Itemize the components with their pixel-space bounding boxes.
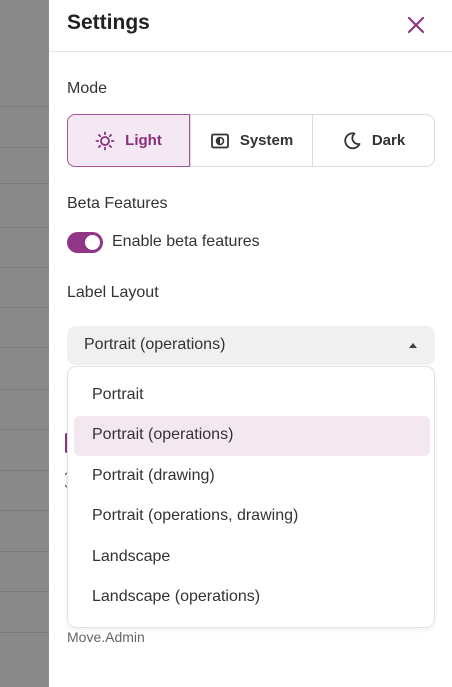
panel-header: Settings — [49, 0, 452, 52]
moon-icon — [344, 131, 361, 149]
backdrop-divider — [0, 632, 49, 633]
backdrop-divider — [0, 429, 49, 430]
label-layout-dropdown: Portrait Portrait (operations) Portrait … — [67, 366, 435, 628]
beta-features-toggle[interactable] — [67, 232, 103, 253]
beta-features-toggle-label[interactable]: Enable beta features — [112, 233, 260, 251]
dropdown-option-portrait-drawing[interactable]: Portrait (drawing) — [74, 457, 430, 497]
backdrop-divider — [0, 389, 49, 390]
dropdown-option-label: Portrait — [92, 386, 144, 403]
mode-dark-label: Dark — [371, 132, 406, 149]
mode-dark-button[interactable]: Dark — [312, 115, 434, 166]
backdrop-divider — [0, 510, 49, 511]
backdrop-divider — [0, 106, 49, 107]
backdrop-divider — [0, 307, 49, 308]
backdrop-divider — [0, 591, 49, 592]
mode-system-button[interactable]: System — [190, 115, 312, 166]
label-layout-label: Label Layout — [67, 284, 159, 301]
dropdown-option-portrait-operations[interactable]: Portrait (operations) — [74, 416, 430, 456]
backdrop-divider — [0, 227, 49, 228]
modal-backdrop[interactable] — [0, 0, 49, 687]
mode-light-button[interactable]: Light — [67, 114, 190, 167]
mode-system-label: System — [239, 132, 294, 149]
dropdown-option-label: Portrait (operations, drawing) — [92, 507, 299, 524]
dropdown-option-label: Landscape (operations) — [92, 588, 261, 605]
sun-icon — [95, 131, 115, 150]
dropdown-option-portrait[interactable]: Portrait — [74, 376, 430, 416]
mode-light-label: Light — [125, 132, 162, 149]
dropdown-option-portrait-operations-drawing[interactable]: Portrait (operations, drawing) — [74, 497, 430, 537]
backdrop-divider — [0, 267, 49, 268]
dropdown-option-label: Portrait (drawing) — [92, 467, 215, 484]
close-icon — [407, 16, 425, 34]
close-button[interactable] — [403, 12, 429, 38]
backdrop-divider — [0, 551, 49, 552]
system-icon — [210, 133, 229, 148]
beta-features-label: Beta Features — [67, 195, 168, 212]
footer-app-name: Move.Admin — [67, 629, 145, 645]
caret-up-icon — [409, 343, 417, 348]
label-layout-selected-value: Portrait (operations) — [84, 336, 226, 353]
backdrop-divider — [0, 470, 49, 471]
backdrop-divider — [0, 183, 49, 184]
settings-panel: Settings Mode Light System Dark Beta Fea… — [49, 0, 452, 687]
panel-title: Settings — [67, 11, 150, 34]
toggle-knob — [85, 235, 100, 250]
backdrop-divider — [0, 347, 49, 348]
mode-label: Mode — [67, 80, 108, 97]
dropdown-option-label: Portrait (operations) — [92, 426, 234, 443]
dropdown-option-landscape-operations[interactable]: Landscape (operations) — [74, 578, 430, 618]
dropdown-option-label: Landscape — [92, 548, 171, 565]
backdrop-divider — [0, 147, 49, 148]
mode-segmented-control: Light System Dark — [67, 114, 435, 167]
dropdown-option-landscape[interactable]: Landscape — [74, 538, 430, 578]
label-layout-select[interactable]: Portrait (operations) — [67, 326, 435, 365]
